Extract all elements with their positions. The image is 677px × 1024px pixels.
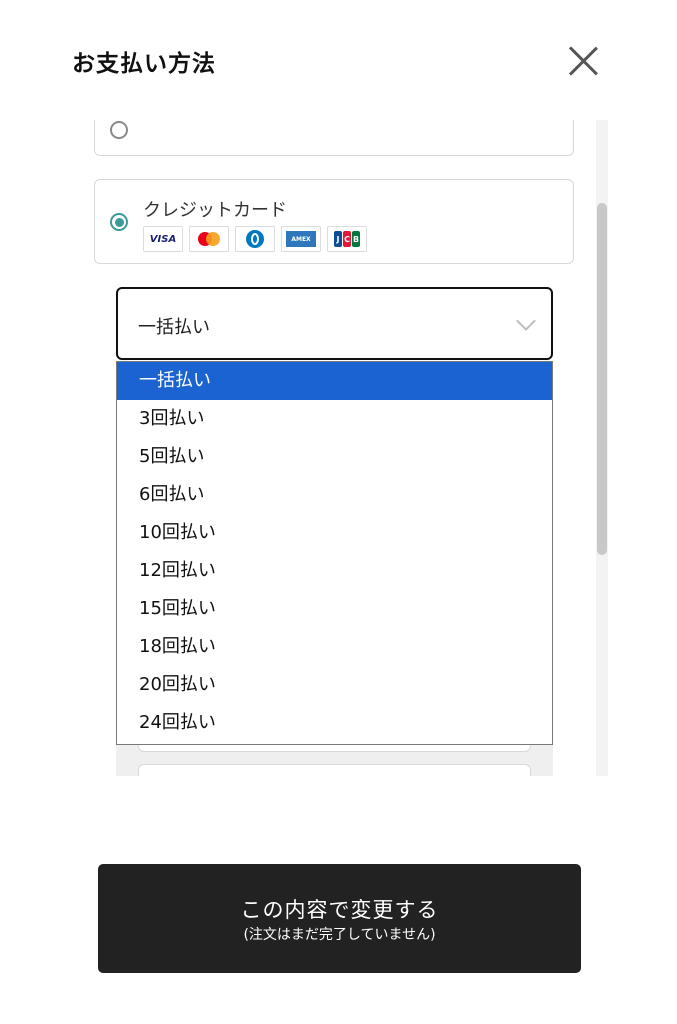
mastercard-icon [189,226,229,252]
chevron-down-icon [516,311,536,331]
card-brand-list: VISA AMEX JCB [143,226,367,252]
jcb-icon: JCB [327,226,367,252]
confirm-change-button[interactable]: この内容で変更する (注文はまだ完了していません) [98,864,581,973]
close-icon[interactable] [562,40,604,82]
credit-card-label: クレジットカード [143,200,287,221]
payment-option-card-partial[interactable] [94,120,574,156]
installment-option[interactable]: 20回払い [117,666,552,704]
radio-selected-icon[interactable] [110,213,128,231]
installment-option[interactable]: 24回払い [117,704,552,742]
radio-unselected-icon[interactable] [110,121,128,139]
amex-icon: AMEX [281,226,321,252]
payment-option-credit-card[interactable]: クレジットカード VISA AMEX JCB [94,179,574,264]
installment-dropdown-list[interactable]: 一括払い 3回払い 5回払い 6回払い 10回払い 12回払い 15回払い 18… [116,361,553,745]
installment-select-value: 一括払い [138,317,210,338]
installment-option[interactable]: 3回払い [117,400,552,438]
payment-method-modal: お支払い方法 クレジットカード VISA AMEX JCB 一括払い 一括払い … [0,0,677,1024]
diners-club-icon [235,226,275,252]
installment-select[interactable]: 一括払い [116,287,553,360]
page-title: お支払い方法 [72,51,216,77]
confirm-button-note: (注文はまだ完了していません) [243,927,436,943]
visa-icon: VISA [143,226,183,252]
installment-option[interactable]: 12回払い [117,552,552,590]
installment-option[interactable]: 5回払い [117,438,552,476]
confirm-button-label: この内容で変更する [240,898,439,922]
detail-field[interactable] [138,764,531,776]
installment-option[interactable]: 18回払い [117,628,552,666]
installment-option[interactable]: 15回払い [117,590,552,628]
installment-option[interactable]: 10回払い [117,514,552,552]
installment-option[interactable]: 一括払い [117,362,552,400]
scrollbar-thumb[interactable] [597,203,607,555]
installment-option[interactable]: 6回払い [117,476,552,514]
